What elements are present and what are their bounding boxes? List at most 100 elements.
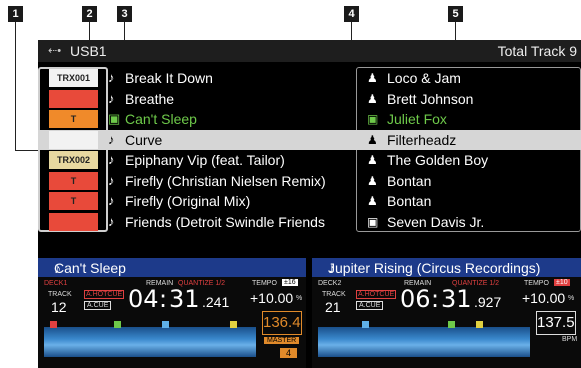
note-icon: ♪ [108, 172, 115, 188]
callout-2: 2 [82, 6, 97, 22]
callout-4: 4 [344, 6, 359, 22]
device-label: USB1 [70, 43, 107, 59]
deck1-tempo: +10.00 [250, 290, 294, 306]
deck2-acue: A.CUE [356, 301, 384, 310]
track-title: Firefly (Original Mix) [125, 193, 251, 209]
deck2-time-frac: .927 [474, 294, 502, 310]
note-icon: ♪ [108, 90, 115, 106]
track-title: Firefly (Christian Nielsen Remix) [125, 172, 326, 189]
artist-icon: ♟ [367, 132, 378, 147]
cue-a [50, 321, 57, 328]
track-row[interactable]: T ♪ Firefly (Christian Nielsen Remix) ♟ Bont… [38, 171, 581, 191]
track-artist: Loco & Jam [387, 70, 461, 86]
artist-icon: ♟ [367, 173, 378, 188]
track-artist: The Golden Boy [387, 152, 489, 168]
note-icon: ♪ [108, 152, 115, 167]
artwork-thumbnail [46, 212, 101, 232]
note-icon: ♪ [108, 131, 115, 147]
deck2-waveform [318, 327, 530, 357]
deck2-header: ♪ Jupiter Rising (Circus Recordings) [312, 258, 581, 277]
artwork-label [49, 130, 98, 149]
artwork-thumbnail: T [46, 171, 101, 191]
leader-1b [15, 150, 38, 151]
deck1-header: ♪ Can't Sleep [38, 258, 306, 277]
artwork-label: TRX001 [49, 69, 98, 87]
track-title: Friends (Detroit Swindle Friends [125, 213, 325, 230]
deck2-tempo-range: ±10 [554, 279, 570, 286]
artwork-label [49, 89, 98, 108]
cue-d [162, 321, 169, 328]
artwork-label: T [49, 110, 98, 128]
track-row[interactable]: TRX001 ♪ Break It Down ♟ Loco & Jam [38, 68, 581, 88]
track-title: Can't Sleep [125, 111, 197, 127]
deck1-bpm: 136.4 [262, 311, 302, 335]
artist-icon: ♟ [367, 91, 378, 106]
deck1-panel: DECK1 REMAIN QUANTIZE 1/2 TEMPO ±16 TRAC… [38, 277, 306, 368]
track-title: Break It Down [125, 70, 213, 86]
note-icon: ♪ [108, 193, 115, 208]
artist-icon: ▣ [367, 112, 379, 126]
artwork-label: T [49, 171, 98, 190]
track-artist: Seven Davis Jr. [387, 213, 485, 230]
total-track-label: Total Track 9 [497, 43, 577, 59]
deck1-time-min: 04 [128, 285, 159, 313]
track-row[interactable]: ♪ Friends (Detroit Swindle Friends ▣ Seven … [38, 212, 581, 232]
cdj-screen: ⇠• USB1 Total Track 9 TRX001 ♪ Break It Do… [38, 40, 581, 368]
deck1-tempo-label: TEMPO [252, 280, 277, 287]
deck1-time-sec: 31 [169, 285, 200, 313]
cue-h [476, 321, 483, 328]
note-icon: ♪ [108, 213, 115, 229]
deck2-track-label: TRACK [322, 291, 346, 298]
deck2-track-title: Jupiter Rising (Circus Recordings) [328, 260, 541, 276]
artist-icon: ♟ [367, 71, 378, 85]
deck2-hotcue: A.HOTCUE [356, 290, 397, 299]
artwork-thumbnail: TRX001 [46, 68, 101, 88]
artist-icon: ♟ [367, 153, 378, 167]
track-row[interactable]: T ♪ Firefly (Original Mix) ♟ Bontan [38, 191, 581, 211]
artwork-label: TRX002 [49, 151, 98, 169]
deck2-time-min: 06 [400, 285, 431, 313]
browse-header: ⇠• USB1 Total Track 9 [38, 40, 581, 62]
track-artist: Bontan [387, 193, 432, 209]
cue-c [114, 321, 121, 328]
deck1-master: MASTER [264, 337, 300, 344]
track-artist: Bontan [387, 172, 432, 189]
cue-g [448, 321, 455, 328]
track-row[interactable]: T ▣ Can't Sleep ▣ Juliet Fox [38, 109, 581, 129]
deck1-waveform [44, 327, 256, 357]
deck1-tempo-unit: % [296, 295, 303, 302]
artwork-thumbnail: T [46, 191, 101, 211]
deck1-time-frac: .241 [202, 294, 230, 310]
note-icon: ♪ [108, 70, 115, 85]
track-artist: Filterheadz [387, 131, 457, 148]
deck2-tempo-unit: % [568, 295, 575, 302]
deck2-label: DECK2 [318, 280, 342, 287]
artist-icon: ♟ [367, 194, 378, 208]
track-artist: Juliet Fox [387, 111, 447, 127]
track-title: Breathe [125, 90, 175, 107]
callout-3: 3 [117, 6, 132, 22]
deck1-track-label: TRACK [48, 291, 72, 298]
track-artist: Brett Johnson [387, 90, 474, 107]
artwork-label [49, 212, 98, 231]
deck2-bpm-label: BPM [562, 336, 578, 343]
artwork-thumbnail [46, 89, 101, 109]
track-row[interactable]: ♪ Breathe ♟ Brett Johnson [38, 89, 581, 109]
deck2-panel: DECK2 REMAIN QUANTIZE 1/2 TEMPO ±10 TRAC… [312, 277, 581, 368]
usb-icon: ⇠• [48, 45, 62, 57]
deck1-track-no: 12 [51, 299, 67, 315]
track-row[interactable]: ♪ Curve ♟ Filterheadz [38, 129, 581, 150]
deck2-time-sec: 31 [441, 285, 472, 313]
deck1-label: DECK1 [44, 280, 68, 287]
leader-1 [15, 22, 16, 150]
deck2-tempo-label: TEMPO [524, 280, 549, 287]
track-row[interactable]: TRX002 ♪ Epiphany Vip (feat. Tailor) ♟ The G… [38, 150, 581, 170]
cue-f [362, 321, 369, 328]
artwork-label: T [49, 192, 98, 210]
playing-icon: ▣ [108, 111, 121, 126]
callout-5: 5 [448, 6, 463, 22]
cue-e [230, 321, 237, 328]
artwork-thumbnail: T [46, 109, 101, 129]
track-title: Epiphany Vip (feat. Tailor) [125, 152, 285, 168]
deck1-loop: 4 [280, 348, 298, 358]
